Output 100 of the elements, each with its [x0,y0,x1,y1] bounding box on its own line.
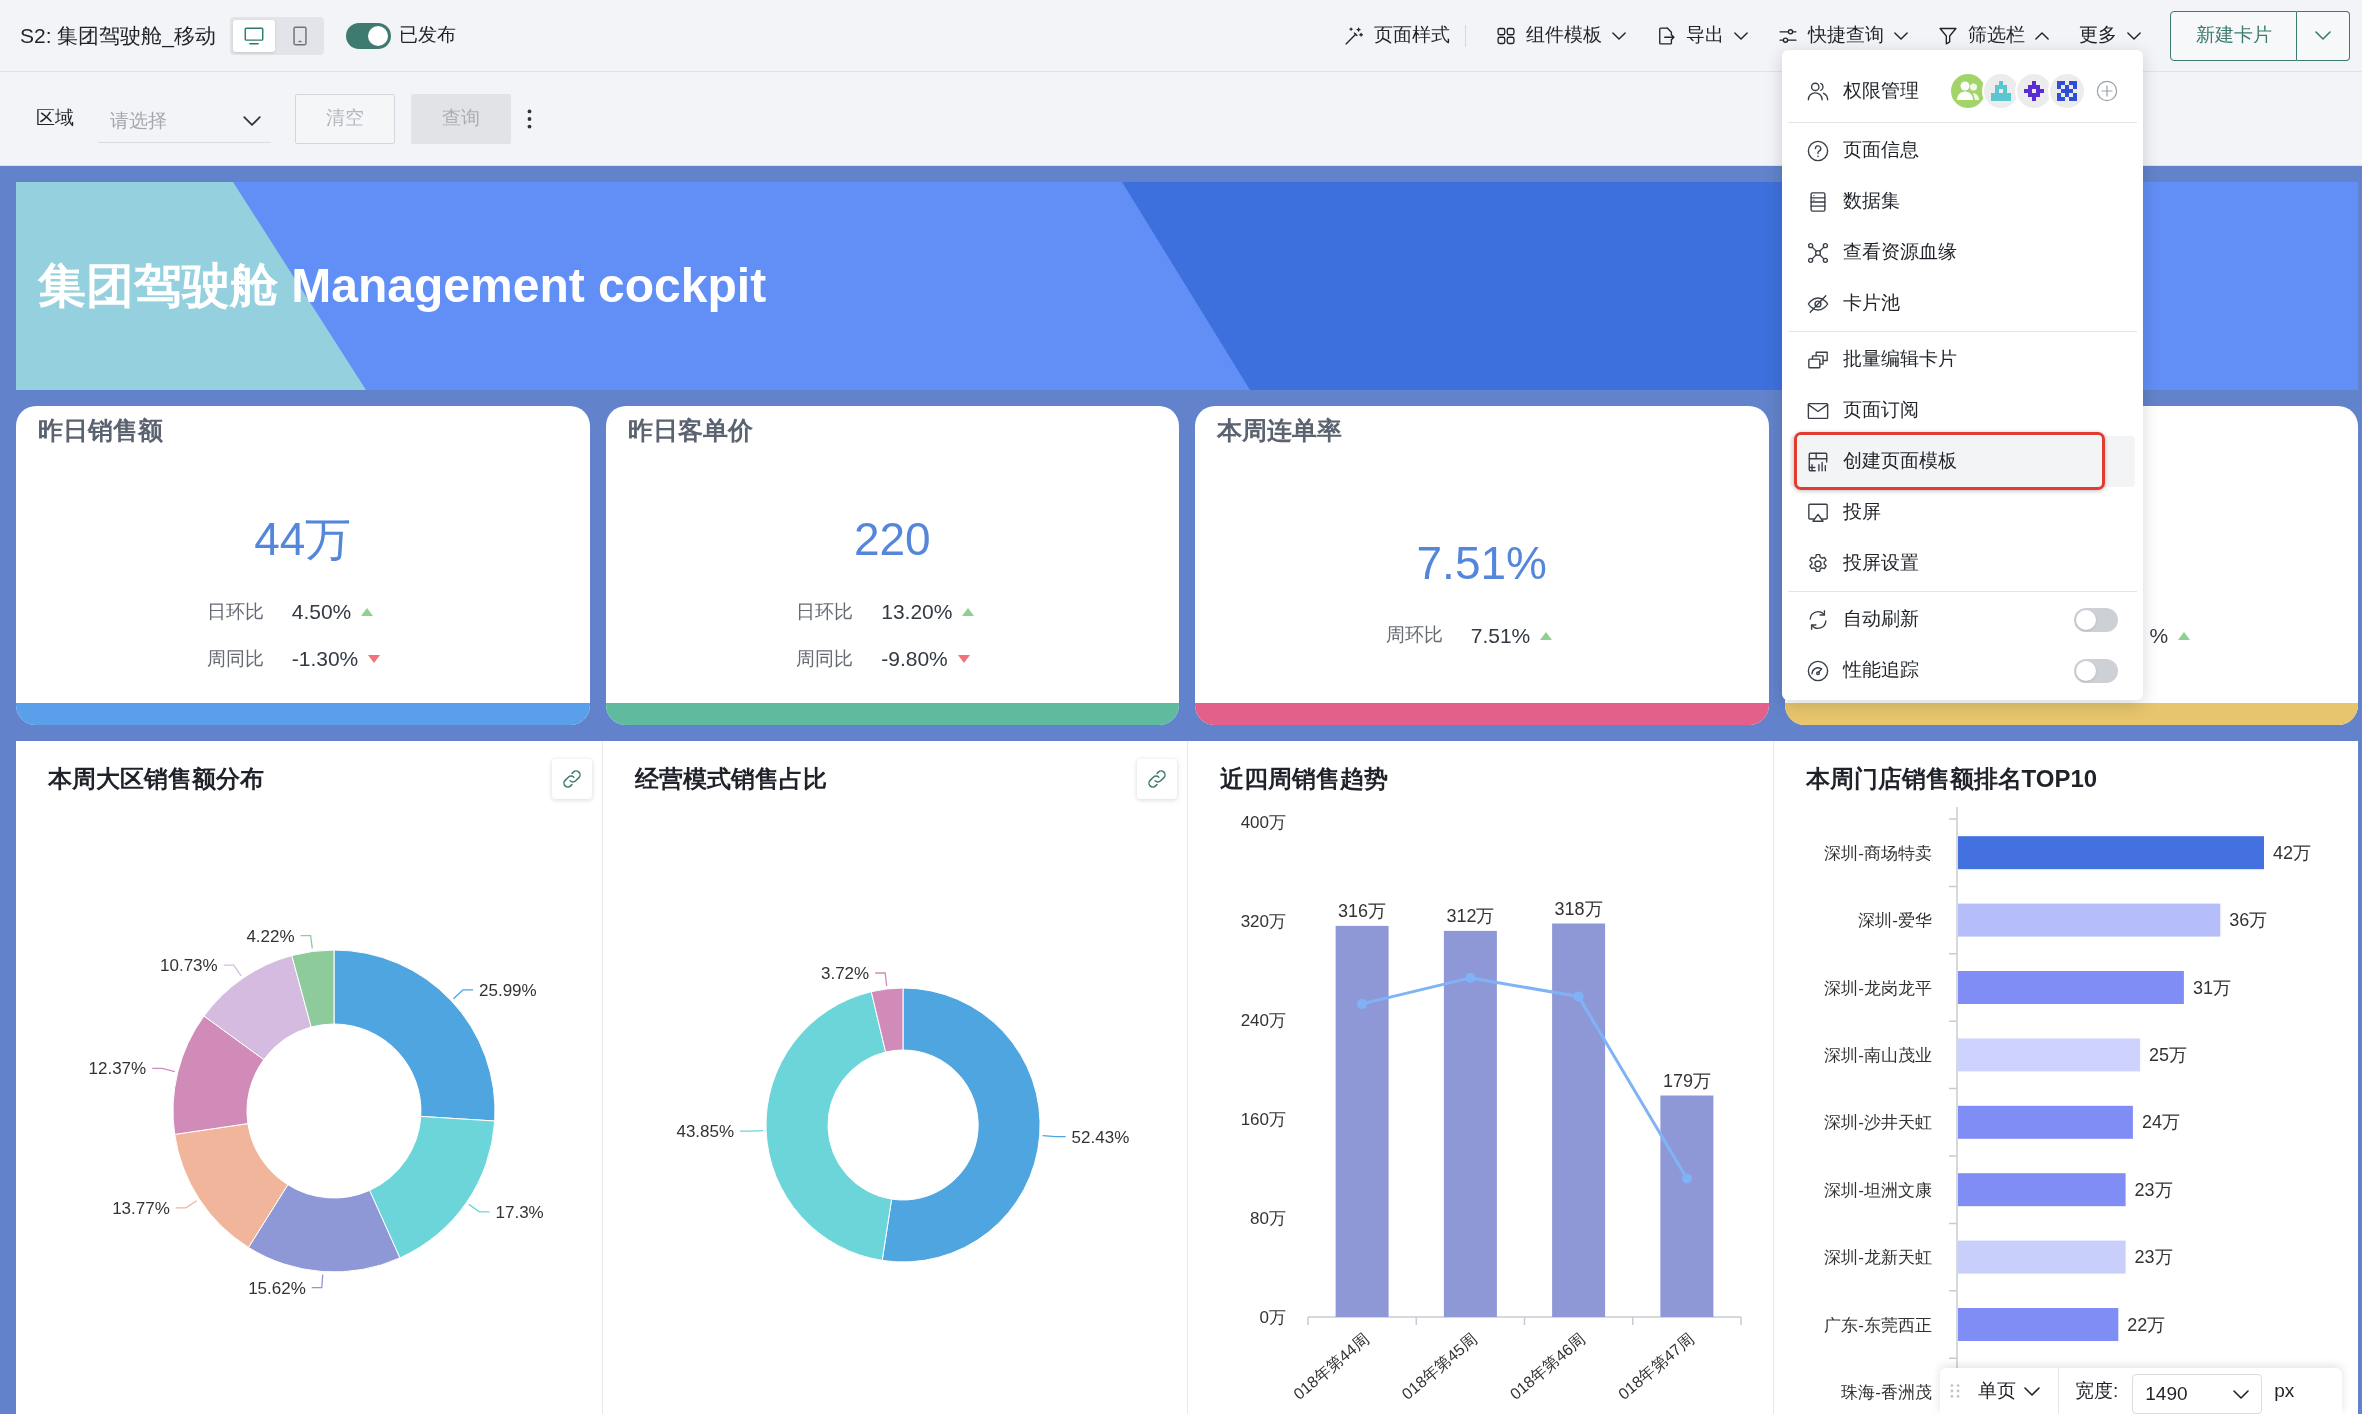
kpi-value: 7.51% [1416,535,1547,591]
kpi-title: 昨日客单价 [627,416,753,444]
kpi-title: 昨日销售额 [38,416,163,444]
chart-title: 近四周销售趋势 [1220,764,1388,794]
category-label: 018年第45周 [1398,1330,1481,1403]
menu-item[interactable]: 投屏设置 [1790,538,2135,589]
toolbar-dropdown[interactable]: 组件模板 [1496,21,1626,50]
width-field[interactable]: 1490 [2132,1374,2263,1414]
axis-label: 320万 [1240,912,1286,931]
chart-title: 经营模式销售占比 [634,764,827,794]
magic-wand-icon [1344,25,1364,46]
leader-line [299,934,313,950]
file-export-icon [1656,25,1676,46]
kpi-change-label: 周环比 [1385,623,1443,648]
toggle-switch[interactable] [2074,658,2118,683]
menu-item[interactable]: 数据集 [1790,176,2135,227]
link-button[interactable] [1137,759,1177,799]
menu-item[interactable]: 性能追踪 [1790,645,2135,696]
kpi-change-label: 日环比 [796,599,854,624]
menu-item[interactable]: 权限管理 [1790,62,2135,120]
leader-line [1041,1135,1066,1138]
filter-label: 区域 [36,106,74,131]
toolbar-dropdown[interactable]: 快捷查询 [1778,21,1908,50]
category-label: 广东-东莞西正 [1823,1315,1932,1335]
add-icon[interactable] [2096,80,2118,102]
new-card-menu-button[interactable] [2297,10,2350,61]
gauge-icon [1807,659,1829,682]
data-label: 43.85% [675,1122,734,1142]
publish-label: 已发布 [399,23,457,48]
chevron-down-icon [2315,31,2331,40]
data-label: 318万 [1554,898,1603,919]
template-icon [1807,450,1829,473]
data-label: 13.77% [112,1198,170,1218]
data-label: 179万 [1662,1070,1711,1091]
more-icon[interactable] [527,108,532,129]
toolbar-dropdown[interactable]: 导出 [1656,21,1748,50]
chart-title: 本周门店销售额排名TOP10 [1805,764,2098,794]
publish-switch[interactable] [346,22,392,49]
leader-line [468,1203,491,1213]
kpi-change-label: 周同比 [796,646,854,671]
category-label: 深圳-龙岗龙平 [1823,978,1932,998]
drag-handle-icon[interactable] [1950,1382,1960,1400]
leader-line [874,972,887,987]
data-label: 3.72% [820,964,869,983]
axis-label: 400万 [1240,813,1286,832]
category-label: 018年第44周 [1290,1330,1373,1403]
chevron-down-icon [2024,1386,2040,1396]
kpi-change-value: 4.50% [291,599,352,626]
grid-icon [1496,25,1516,46]
menu-item[interactable]: 批量编辑卡片 [1790,334,2135,385]
people-icon [1807,80,1829,102]
category-label: 珠海-香洲茂 [1840,1382,1932,1402]
category-label: 深圳-爱华 [1857,911,1932,931]
kpi-change-value: % [2149,622,2169,649]
link-icon [560,768,583,790]
menu-item[interactable]: 查看资源血缘 [1790,227,2135,278]
link-button[interactable] [551,759,592,799]
category-label: 018年第47周 [1615,1330,1697,1403]
menu-item[interactable]: 卡片池 [1790,278,2135,329]
link-icon [1146,768,1168,790]
data-label: 12.37% [88,1059,147,1079]
new-card-button[interactable]: 新建卡片 [2170,10,2297,61]
page-mode-dropdown[interactable]: 单页 [1978,1376,2040,1406]
data-label: 42万 [2272,842,2311,863]
data-label: 4.22% [246,926,295,946]
chevron-down-icon [2233,1389,2250,1399]
toolbar-dropdown[interactable]: 筛选栏 [1938,21,2049,50]
leader-line [175,1200,198,1209]
data-label: 10.73% [160,956,218,976]
kpi-change-label: 日环比 [206,599,264,624]
data-label: 15.62% [248,1278,306,1298]
data-label: 52.43% [1071,1127,1129,1147]
menu-item[interactable]: 投屏 [1790,487,2135,538]
toolbar-dropdown[interactable]: 更多 [2079,21,2141,50]
chart-title: 本周大区销售额分布 [48,764,264,794]
monitor-icon [243,24,266,47]
axis-label: 160万 [1240,1110,1286,1129]
leader-line [151,1067,176,1073]
data-label: 316万 [1338,900,1387,921]
kpi-change-value: 7.51% [1470,622,1531,649]
leader-line [223,964,242,977]
kpi-change-value: -1.30% [291,646,359,673]
kpi-change-label: 周同比 [206,646,264,671]
toggle-switch[interactable] [2074,607,2118,632]
kpi-title: 本周连单率 [1217,416,1342,444]
leader-line [452,989,474,1000]
page-title: S2: 集团驾驶舱_移动 [20,22,217,50]
menu-item[interactable]: 自动刷新 [1790,594,2135,645]
eye-off-icon [1807,292,1829,315]
data-label: 24万 [2141,1112,2180,1133]
menu-item[interactable]: 页面信息 [1790,125,2135,176]
banner-title: 集团驾驶舱 Management cockpit [38,258,767,314]
menu-item[interactable]: 页面订阅 [1790,385,2135,436]
cast-icon [1807,501,1829,524]
help-icon [1807,139,1829,162]
category-label: 深圳-南山茂业 [1823,1045,1932,1065]
list-icon [1807,190,1829,213]
leader-line [311,1273,324,1289]
toolbar-button[interactable]: 页面样式 [1344,21,1450,50]
view-mode-button[interactable] [233,19,276,52]
